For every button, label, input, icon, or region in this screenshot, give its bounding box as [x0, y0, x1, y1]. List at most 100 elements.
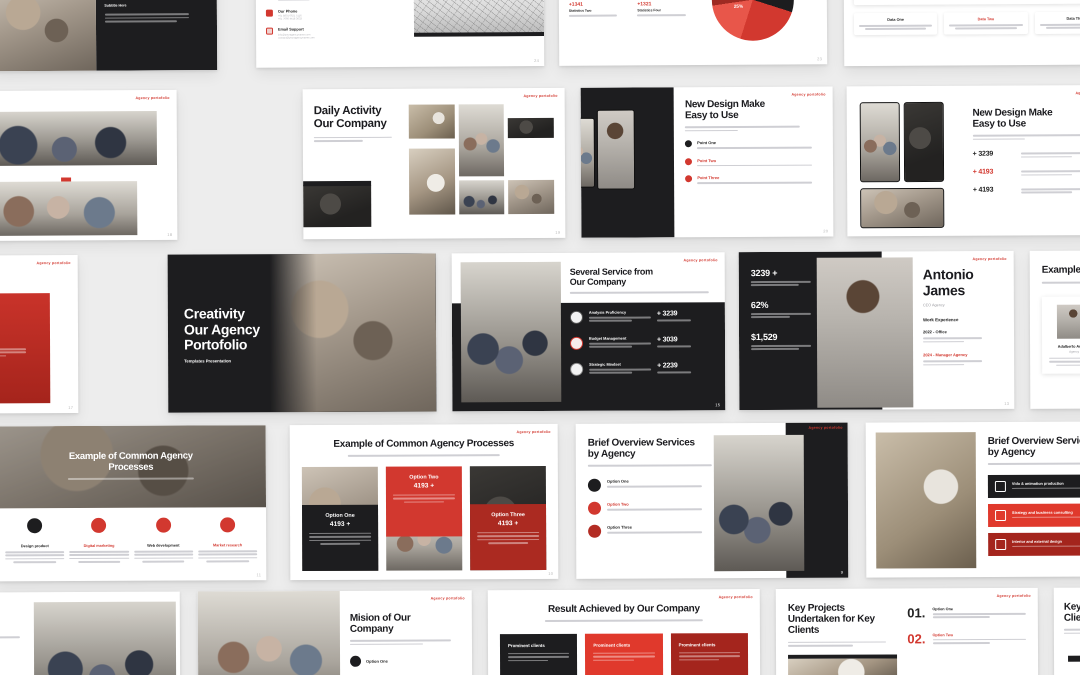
slide-thumbnail[interactable]: Agency portofolio 15 June 2024 18: [0, 89, 178, 242]
phone-mockup-icon: [860, 187, 945, 229]
slide-background-image: [269, 253, 437, 413]
project-number: 01.: [907, 605, 926, 621]
data-card[interactable]: Data Three: [1034, 11, 1080, 34]
client-card[interactable]: Prominent clients: [585, 633, 663, 675]
slide-thumbnail[interactable]: Agency portofolio 3239 + 62% $1,529 Anto…: [738, 250, 1015, 411]
phone-icon: [265, 9, 273, 17]
slide-image: [33, 601, 177, 675]
data-card[interactable]: Data One: [853, 12, 938, 36]
project-item: 02. Option Two: [907, 631, 1026, 647]
slide-thumbnail[interactable]: Agency portofolio 2023 - 2024 17: [0, 255, 79, 414]
clock-icon: [587, 501, 602, 515]
slide-thumbnail[interactable]: Agency portofolio Daily Activity Our Com…: [302, 87, 566, 240]
process-item: Design product: [5, 518, 65, 564]
slide-thumbnail[interactable]: Example of Common Agency Processes Desig…: [0, 425, 267, 582]
slide-thumbnail[interactable]: Creativity Our Agency Portofolio Templat…: [167, 253, 437, 413]
option-card: Option Two 4193 +: [385, 466, 463, 537]
slide-thumbnail[interactable]: Key Clients: [1053, 587, 1080, 675]
point-item: Point Three: [685, 175, 822, 186]
project-number: 02.: [907, 631, 926, 647]
slide-thumbnail[interactable]: Example of Common Adalberto Arcadis Agen…: [1029, 250, 1080, 409]
service-label: Strategic Mindset: [589, 362, 621, 367]
stat-row: + 3239: [973, 150, 1080, 159]
slide-title-line-1: Key Projects: [787, 602, 845, 614]
slide-page-number: 23: [817, 56, 823, 62]
slide-body-text: [1063, 628, 1080, 635]
slide-title-line-2: Our Company: [569, 276, 627, 287]
slide-body-text: [67, 477, 195, 480]
client-card[interactable]: Prominent clients: [499, 633, 578, 675]
slide-thumbnail[interactable]: Brief Overview Services by Agency Option…: [575, 422, 849, 579]
slide-thumbnail[interactable]: Agency portofolio New Design Make Easy t…: [846, 84, 1080, 237]
slide-title-line-2: Clients: [1063, 612, 1080, 624]
profile-photo: [816, 257, 914, 408]
slide-title-line-3: Clients: [787, 625, 820, 637]
slide-body-text: [787, 641, 887, 647]
slide-thumbnail[interactable]: Agency portofolio Mision of Our Company …: [197, 590, 473, 675]
service-item: Budget Management + 3039: [570, 336, 718, 350]
slide-title-line-1: Key: [1063, 601, 1080, 613]
slide-row-4: Example of Common Agency Processes Desig…: [0, 421, 1080, 587]
slide-thumbnail[interactable]: Statistics One Statistics Three +1341 St…: [558, 0, 828, 66]
option-label: Option One: [606, 478, 629, 484]
slide-thumbnail[interactable]: Agency portofolio New Design Make Easy t…: [580, 86, 834, 238]
service-bar[interactable]: Strategy and business consulting: [988, 503, 1080, 528]
brand-label: Agency portofolio: [996, 593, 1031, 599]
slide-body-text: [348, 454, 500, 457]
stat-label: Statistics Two: [568, 9, 592, 14]
slide-thumbnail[interactable]: 2018 - 2024 Subtitle Here: [0, 0, 218, 72]
slide-title-line-1: Several Service from: [569, 266, 653, 277]
stat-block: +1341 Statistics Two: [569, 2, 630, 19]
slide-row-3: Agency portofolio 2023 - 2024 17 Creativ…: [0, 250, 1080, 416]
award-icon: [588, 524, 602, 538]
data-card[interactable]: Data Two: [944, 12, 1028, 35]
phone-mockup-icon: [859, 102, 901, 183]
slide-thumbnail[interactable]: Agency portofolio Example of Common Agen…: [289, 423, 559, 581]
option-item: Option Two: [587, 501, 717, 515]
image-accent-bar: [1068, 655, 1080, 662]
brand-label: Agency portofolio: [718, 595, 753, 600]
slide-thumbnail[interactable]: Agency portofolio Key Projects Undertake…: [775, 587, 1039, 675]
process-label: Market research: [212, 543, 243, 548]
service-item: Analysis Proficiency + 3239: [569, 310, 718, 324]
service-bar[interactable]: Interior and external design: [988, 532, 1080, 557]
contact-item: Our Office: [266, 0, 391, 2]
slide-row-1: 2018 - 2024 Subtitle Here Our Office: [0, 0, 1080, 77]
slide-thumbnail[interactable]: Agency portofolio Several Service from O…: [451, 252, 726, 412]
stat-value: +1341: [568, 2, 583, 9]
bullet-icon: [350, 656, 362, 668]
slide-body-text: [587, 464, 712, 467]
contact-item: Our Phone +61 8801 6621 5116 +61 7666 44…: [265, 9, 391, 21]
client-card[interactable]: Prominent clients: [670, 632, 749, 675]
option-label: Option Three: [491, 511, 525, 518]
slide-thumbnail[interactable]: Brief Overview Services by Agency Vido &…: [865, 421, 1080, 578]
slide-thumbnail[interactable]: Our Office Our Phone +61 8801 6621 5116 …: [255, 0, 545, 68]
slide-title: Example of Common Agency Processes: [333, 438, 515, 450]
slide-page-number: 10: [548, 570, 554, 576]
member-avatar: [1056, 304, 1080, 339]
option-value: 4193 +: [329, 520, 351, 528]
slide-body-text: [972, 134, 1080, 141]
profile-name-line-2: James: [922, 281, 965, 299]
team-member-card[interactable]: Adalberto Arcadis Agency: [1041, 296, 1080, 374]
experience-title: 2022 - Office: [922, 329, 947, 335]
card-label: Prominent clients: [593, 642, 631, 648]
slide-image: [0, 181, 138, 236]
option-label: Option Two: [409, 474, 439, 481]
brand-label: Agency portofolio: [516, 429, 551, 435]
slide-thumbnail[interactable]: [0, 591, 181, 675]
slide-body-text: [987, 462, 1080, 466]
slide-title-line-2: by Agency: [587, 448, 636, 460]
slide-title-line-2: Our Company: [313, 117, 387, 131]
bullet-icon: [685, 175, 693, 183]
slide-page-number: 19: [555, 229, 561, 235]
bullet-icon: [685, 140, 693, 148]
slide-thumbnail[interactable]: Data One Data Two Data Three: [843, 0, 1080, 67]
red-cover-panel: 2023 - 2024: [0, 293, 51, 404]
slide-thumbnail[interactable]: Agency portofolio Result Achieved by Our…: [487, 589, 761, 675]
slide-image: [303, 184, 372, 228]
slide-image: [458, 180, 505, 215]
wallet-icon: [570, 336, 584, 350]
service-bar[interactable]: Vido & animation production: [987, 474, 1080, 499]
slide-image: [460, 261, 562, 403]
